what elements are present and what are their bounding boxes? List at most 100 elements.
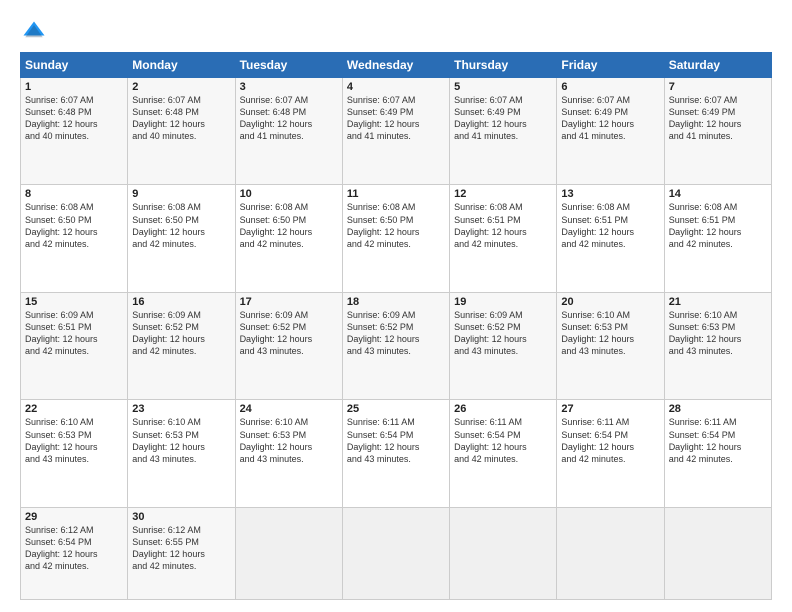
day-number: 29 [25,511,123,523]
calendar-cell [664,507,771,599]
cell-info: Sunrise: 6:07 AMSunset: 6:49 PMDaylight:… [347,95,420,141]
cell-info: Sunrise: 6:11 AMSunset: 6:54 PMDaylight:… [669,417,742,463]
day-number: 28 [669,403,767,415]
calendar-cell [342,507,449,599]
logo [20,18,52,46]
calendar-cell: 4 Sunrise: 6:07 AMSunset: 6:49 PMDayligh… [342,78,449,185]
cell-info: Sunrise: 6:10 AMSunset: 6:53 PMDaylight:… [669,310,742,356]
cell-info: Sunrise: 6:09 AMSunset: 6:52 PMDaylight:… [240,310,313,356]
calendar-cell: 26 Sunrise: 6:11 AMSunset: 6:54 PMDaylig… [450,400,557,507]
calendar-cell: 23 Sunrise: 6:10 AMSunset: 6:53 PMDaylig… [128,400,235,507]
day-number: 5 [454,81,552,93]
calendar-cell: 22 Sunrise: 6:10 AMSunset: 6:53 PMDaylig… [21,400,128,507]
day-number: 12 [454,188,552,200]
day-number: 13 [561,188,659,200]
calendar-cell: 27 Sunrise: 6:11 AMSunset: 6:54 PMDaylig… [557,400,664,507]
day-number: 30 [132,511,230,523]
day-number: 24 [240,403,338,415]
cell-info: Sunrise: 6:09 AMSunset: 6:51 PMDaylight:… [25,310,98,356]
day-number: 10 [240,188,338,200]
calendar-cell: 11 Sunrise: 6:08 AMSunset: 6:50 PMDaylig… [342,185,449,292]
cell-info: Sunrise: 6:09 AMSunset: 6:52 PMDaylight:… [347,310,420,356]
day-number: 17 [240,296,338,308]
calendar-cell: 29 Sunrise: 6:12 AMSunset: 6:54 PMDaylig… [21,507,128,599]
cell-info: Sunrise: 6:10 AMSunset: 6:53 PMDaylight:… [240,417,313,463]
day-number: 23 [132,403,230,415]
calendar-cell: 1 Sunrise: 6:07 AMSunset: 6:48 PMDayligh… [21,78,128,185]
calendar-cell: 24 Sunrise: 6:10 AMSunset: 6:53 PMDaylig… [235,400,342,507]
day-number: 26 [454,403,552,415]
calendar-cell: 13 Sunrise: 6:08 AMSunset: 6:51 PMDaylig… [557,185,664,292]
calendar-cell: 12 Sunrise: 6:08 AMSunset: 6:51 PMDaylig… [450,185,557,292]
day-number: 18 [347,296,445,308]
calendar-cell: 18 Sunrise: 6:09 AMSunset: 6:52 PMDaylig… [342,292,449,399]
day-number: 14 [669,188,767,200]
calendar-cell [557,507,664,599]
cell-info: Sunrise: 6:08 AMSunset: 6:51 PMDaylight:… [454,202,527,248]
day-number: 2 [132,81,230,93]
weekday-header: Saturday [664,53,771,78]
calendar-cell: 2 Sunrise: 6:07 AMSunset: 6:48 PMDayligh… [128,78,235,185]
cell-info: Sunrise: 6:08 AMSunset: 6:50 PMDaylight:… [132,202,205,248]
calendar-cell: 28 Sunrise: 6:11 AMSunset: 6:54 PMDaylig… [664,400,771,507]
cell-info: Sunrise: 6:11 AMSunset: 6:54 PMDaylight:… [561,417,634,463]
calendar-cell: 6 Sunrise: 6:07 AMSunset: 6:49 PMDayligh… [557,78,664,185]
cell-info: Sunrise: 6:11 AMSunset: 6:54 PMDaylight:… [347,417,420,463]
calendar-page: SundayMondayTuesdayWednesdayThursdayFrid… [0,0,792,612]
cell-info: Sunrise: 6:10 AMSunset: 6:53 PMDaylight:… [561,310,634,356]
cell-info: Sunrise: 6:08 AMSunset: 6:51 PMDaylight:… [669,202,742,248]
cell-info: Sunrise: 6:10 AMSunset: 6:53 PMDaylight:… [25,417,98,463]
calendar-cell: 19 Sunrise: 6:09 AMSunset: 6:52 PMDaylig… [450,292,557,399]
cell-info: Sunrise: 6:09 AMSunset: 6:52 PMDaylight:… [454,310,527,356]
day-number: 15 [25,296,123,308]
day-number: 9 [132,188,230,200]
calendar-cell: 25 Sunrise: 6:11 AMSunset: 6:54 PMDaylig… [342,400,449,507]
day-number: 6 [561,81,659,93]
day-number: 1 [25,81,123,93]
weekday-header: Friday [557,53,664,78]
cell-info: Sunrise: 6:08 AMSunset: 6:50 PMDaylight:… [347,202,420,248]
day-number: 3 [240,81,338,93]
calendar-cell: 17 Sunrise: 6:09 AMSunset: 6:52 PMDaylig… [235,292,342,399]
day-number: 20 [561,296,659,308]
cell-info: Sunrise: 6:10 AMSunset: 6:53 PMDaylight:… [132,417,205,463]
cell-info: Sunrise: 6:08 AMSunset: 6:50 PMDaylight:… [25,202,98,248]
day-number: 22 [25,403,123,415]
day-number: 11 [347,188,445,200]
cell-info: Sunrise: 6:07 AMSunset: 6:49 PMDaylight:… [669,95,742,141]
day-number: 4 [347,81,445,93]
weekday-header: Thursday [450,53,557,78]
cell-info: Sunrise: 6:07 AMSunset: 6:48 PMDaylight:… [25,95,98,141]
day-number: 16 [132,296,230,308]
calendar-cell: 8 Sunrise: 6:08 AMSunset: 6:50 PMDayligh… [21,185,128,292]
weekday-header: Tuesday [235,53,342,78]
weekday-header: Wednesday [342,53,449,78]
calendar-cell: 9 Sunrise: 6:08 AMSunset: 6:50 PMDayligh… [128,185,235,292]
calendar-cell: 14 Sunrise: 6:08 AMSunset: 6:51 PMDaylig… [664,185,771,292]
cell-info: Sunrise: 6:12 AMSunset: 6:54 PMDaylight:… [25,525,98,571]
cell-info: Sunrise: 6:07 AMSunset: 6:48 PMDaylight:… [240,95,313,141]
cell-info: Sunrise: 6:07 AMSunset: 6:48 PMDaylight:… [132,95,205,141]
cell-info: Sunrise: 6:08 AMSunset: 6:50 PMDaylight:… [240,202,313,248]
day-number: 27 [561,403,659,415]
day-number: 25 [347,403,445,415]
calendar-table: SundayMondayTuesdayWednesdayThursdayFrid… [20,52,772,600]
calendar-cell [235,507,342,599]
calendar-cell: 3 Sunrise: 6:07 AMSunset: 6:48 PMDayligh… [235,78,342,185]
weekday-header: Sunday [21,53,128,78]
cell-info: Sunrise: 6:11 AMSunset: 6:54 PMDaylight:… [454,417,527,463]
calendar-cell: 30 Sunrise: 6:12 AMSunset: 6:55 PMDaylig… [128,507,235,599]
cell-info: Sunrise: 6:07 AMSunset: 6:49 PMDaylight:… [454,95,527,141]
calendar-cell: 15 Sunrise: 6:09 AMSunset: 6:51 PMDaylig… [21,292,128,399]
day-number: 19 [454,296,552,308]
cell-info: Sunrise: 6:07 AMSunset: 6:49 PMDaylight:… [561,95,634,141]
cell-info: Sunrise: 6:09 AMSunset: 6:52 PMDaylight:… [132,310,205,356]
calendar-cell: 20 Sunrise: 6:10 AMSunset: 6:53 PMDaylig… [557,292,664,399]
calendar-cell [450,507,557,599]
calendar-cell: 10 Sunrise: 6:08 AMSunset: 6:50 PMDaylig… [235,185,342,292]
day-number: 8 [25,188,123,200]
day-number: 7 [669,81,767,93]
day-number: 21 [669,296,767,308]
calendar-cell: 21 Sunrise: 6:10 AMSunset: 6:53 PMDaylig… [664,292,771,399]
logo-icon [20,18,48,46]
